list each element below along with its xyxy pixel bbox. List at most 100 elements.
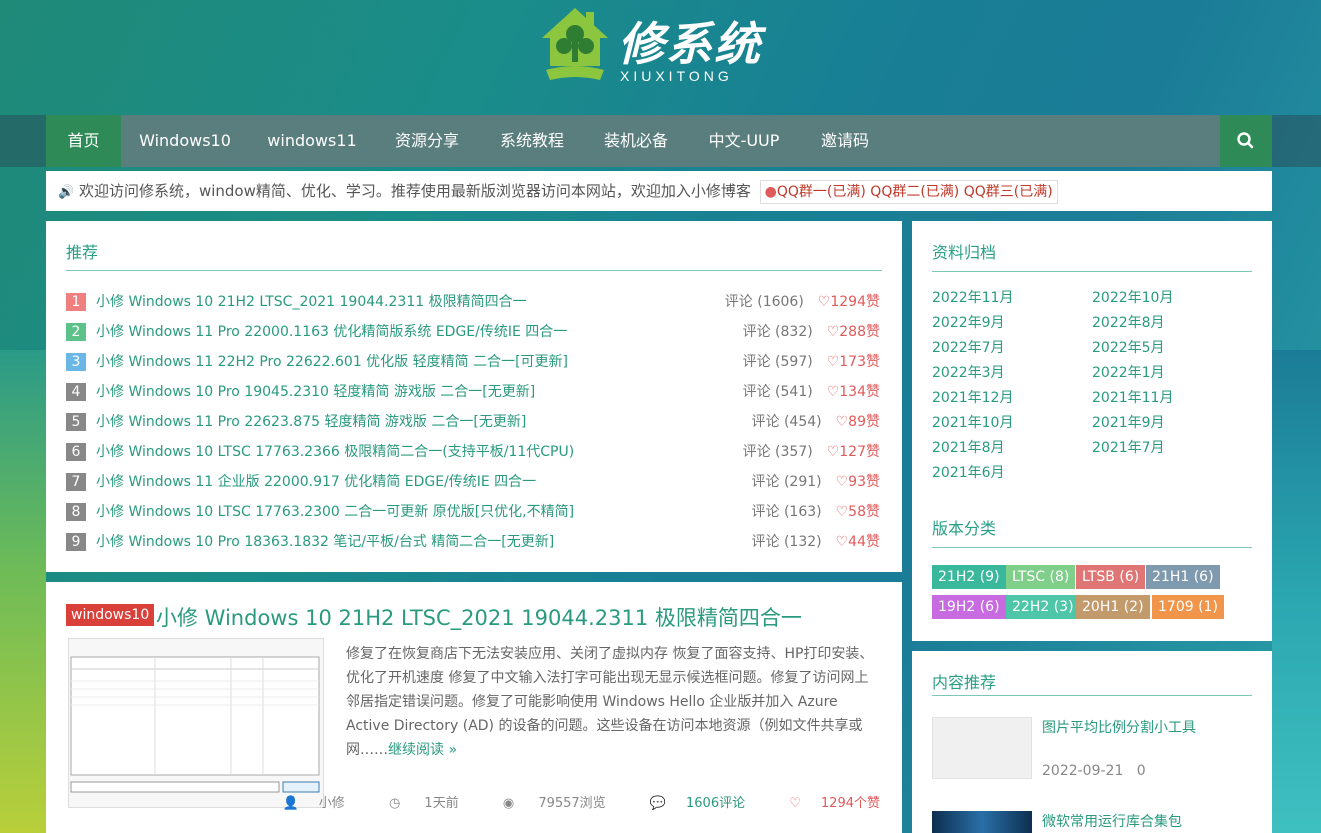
content-rec-title[interactable]: 微软常用运行库合集包 (1042, 811, 1182, 831)
rank-badge: 7 (66, 473, 86, 491)
archive-month-link[interactable]: 2021年9月 (1092, 412, 1165, 432)
post-thumbnail[interactable] (68, 638, 324, 808)
nav-windows10[interactable]: Windows10 (126, 115, 244, 167)
recommend-item-title[interactable]: 小修 Windows 10 Pro 19045.2310 轻度精简 游戏版 二合… (96, 384, 535, 400)
post-category-badge[interactable]: windows10 (66, 604, 155, 626)
site-title: 修系统 (618, 17, 762, 71)
archive-month-link[interactable]: 2021年8月 (932, 437, 1005, 457)
post-views: ◉ 79557浏览 (502, 796, 606, 811)
user-icon: 👤 (282, 796, 299, 811)
recommend-item-title[interactable]: 小修 Windows 11 Pro 22623.875 轻度精简 游戏版 二合一… (96, 414, 526, 430)
recommend-item-likes[interactable]: ♡173赞 (827, 354, 880, 370)
rank-badge: 3 (66, 353, 86, 371)
recommend-item-comments: 评论 (454) (751, 414, 822, 430)
rank-badge: 9 (66, 533, 86, 551)
recommend-item[interactable]: 6 小修 Windows 10 LTSC 17763.2366 极限精简二合一(支… (66, 437, 880, 467)
archive-month-link[interactable]: 2022年1月 (1092, 362, 1165, 382)
archive-month-link[interactable]: 2022年9月 (932, 312, 1005, 332)
recommend-item-comments: 评论 (163) (751, 504, 822, 520)
heart-icon: ♡ (835, 474, 849, 490)
versions-panel: 版本分类 21H2 (9) LTSC (8) LTSB (6) 21H1 (6) 19H… (912, 497, 1272, 641)
eye-icon: ◉ (502, 796, 515, 811)
recommend-item-likes[interactable]: ♡127赞 (827, 444, 880, 460)
version-tag[interactable]: 21H1 (6) (1146, 565, 1220, 589)
recommend-item[interactable]: 3 小修 Windows 11 22H2 Pro 22622.601 优化版 轻度… (66, 347, 880, 377)
recommend-item-likes[interactable]: ♡44赞 (836, 534, 880, 550)
version-tag[interactable]: LTSC (8) (1006, 565, 1076, 589)
recommend-item-title[interactable]: 小修 Windows 11 企业版 22000.917 优化精简 EDGE/传统… (96, 474, 536, 490)
archive-month-link[interactable]: 2022年5月 (1092, 337, 1165, 357)
archive-month-link[interactable]: 2021年7月 (1092, 437, 1165, 457)
recommend-item[interactable]: 1 小修 Windows 10 21H2 LTSC_2021 19044.2311… (66, 287, 880, 317)
rank-badge: 8 (66, 503, 86, 521)
recommend-item[interactable]: 8 小修 Windows 10 LTSC 17763.2300 二合一可更新 原优… (66, 497, 880, 527)
archive-month-link[interactable]: 2022年3月 (932, 362, 1005, 382)
background-right (1272, 350, 1321, 833)
recommend-item-title[interactable]: 小修 Windows 10 LTSC 17763.2300 二合一可更新 原优版… (96, 504, 574, 520)
search-button[interactable] (1220, 115, 1272, 167)
version-tag[interactable]: 21H2 (9) (932, 565, 1006, 589)
recommend-item-title[interactable]: 小修 Windows 10 21H2 LTSC_2021 19044.2311 … (96, 294, 527, 310)
nav-invite[interactable]: 邀请码 (806, 115, 884, 167)
content-rec-thumbnail (932, 811, 1032, 833)
archive-month-link[interactable]: 2021年10月 (932, 412, 1013, 432)
recommend-item-title[interactable]: 小修 Windows 11 Pro 22000.1163 优化精简版系统 EDG… (96, 324, 567, 340)
version-tag[interactable]: 19H2 (6) (932, 595, 1006, 619)
recommend-item-title[interactable]: 小修 Windows 10 Pro 18363.1832 笔记/平板/台式 精简… (96, 534, 554, 550)
content-rec-thumbnail (932, 717, 1032, 779)
heart-icon: ♡ (826, 354, 840, 370)
version-tag[interactable]: LTSB (6) (1076, 565, 1146, 589)
nav-home[interactable]: 首页 (46, 115, 121, 167)
archive-month-link[interactable]: 2022年7月 (932, 337, 1005, 357)
archive-month-link[interactable]: 2021年6月 (932, 462, 1005, 482)
recommend-item-likes[interactable]: ♡58赞 (836, 504, 880, 520)
recommend-item[interactable]: 9 小修 Windows 10 Pro 18363.1832 笔记/平板/台式 精… (66, 527, 880, 557)
archive-month-link[interactable]: 2022年11月 (932, 287, 1013, 307)
author[interactable]: 👤 小修 (263, 796, 345, 811)
recommend-item-likes[interactable]: ♡1294赞 (818, 294, 880, 310)
archive-month-link[interactable]: 2021年11月 (1092, 387, 1173, 407)
content-rec-title[interactable]: 图片平均比例分割小工具 (1042, 717, 1196, 737)
recommend-item-comments: 评论 (541) (742, 384, 813, 400)
heart-icon: ♡ (826, 384, 840, 400)
post-title[interactable]: 小修 Windows 10 21H2 LTSC_2021 19044.2311 … (156, 602, 802, 632)
read-more-link[interactable]: 继续阅读 » (388, 742, 457, 758)
content-recommend-panel: 内容推荐 图片平均比例分割小工具 2022-09-21 0 微软常用运行库合集包 (912, 651, 1272, 833)
recommend-item-likes[interactable]: ♡134赞 (827, 384, 880, 400)
version-tag[interactable]: 22H2 (3) (1006, 595, 1080, 619)
recommend-item-likes[interactable]: ♡89赞 (836, 414, 880, 430)
versions-title: 版本分类 (932, 519, 997, 538)
search-icon (1237, 132, 1254, 149)
rank-badge: 6 (66, 443, 86, 461)
nav-uup[interactable]: 中文-UUP (696, 115, 792, 167)
notice-bar: 🔊 欢迎访问修系统，window精简、优化、学习。推荐使用最新版浏览器访问本网站… (46, 171, 1272, 211)
post-likes[interactable]: ♡ 1294个赞 (769, 796, 880, 811)
recommend-item-likes[interactable]: ♡93赞 (836, 474, 880, 490)
archive-panel: 资料归档 2022年11月 2022年10月 2022年9月 2022年8月 2022年… (912, 221, 1272, 497)
version-tag[interactable]: 1709 (1) (1152, 595, 1224, 619)
recommend-item-likes[interactable]: ♡288赞 (827, 324, 880, 340)
qq-groups-link[interactable]: ●QQ群一(已满) QQ群二(已满) QQ群三(已满) (759, 179, 1058, 204)
heart-icon: ♡ (835, 534, 849, 550)
site-logo[interactable]: 修系统 XIUXITONG (540, 4, 780, 94)
nav-windows11[interactable]: windows11 (256, 115, 368, 167)
rank-badge: 2 (66, 323, 86, 341)
nav-resources[interactable]: 资源分享 (381, 115, 473, 167)
post-time: ◷ 1天前 (388, 796, 459, 811)
post-comments[interactable]: 💬 1606评论 (630, 796, 745, 811)
recommend-item-title[interactable]: 小修 Windows 10 LTSC 17763.2366 极限精简二合一(支持… (96, 444, 574, 460)
content-rec-item[interactable]: 图片平均比例分割小工具 2022-09-21 0 (932, 717, 1252, 779)
nav-tutorials[interactable]: 系统教程 (486, 115, 578, 167)
nav-essentials[interactable]: 装机必备 (591, 115, 681, 167)
recommend-item-title[interactable]: 小修 Windows 11 22H2 Pro 22622.601 优化版 轻度精… (96, 354, 568, 370)
content-recommend-title: 内容推荐 (932, 673, 997, 692)
archive-month-link[interactable]: 2021年12月 (932, 387, 1013, 407)
version-tag[interactable]: 20H1 (2) (1076, 595, 1150, 619)
recommend-item[interactable]: 7 小修 Windows 11 企业版 22000.917 优化精简 EDGE/传… (66, 467, 880, 497)
recommend-item[interactable]: 2 小修 Windows 11 Pro 22000.1163 优化精简版系统 ED… (66, 317, 880, 347)
archive-month-link[interactable]: 2022年8月 (1092, 312, 1165, 332)
archive-month-link[interactable]: 2022年10月 (1092, 287, 1173, 307)
recommend-item[interactable]: 5 小修 Windows 11 Pro 22623.875 轻度精简 游戏版 二合… (66, 407, 880, 437)
content-rec-item[interactable]: 微软常用运行库合集包 (932, 811, 1252, 833)
recommend-item[interactable]: 4 小修 Windows 10 Pro 19045.2310 轻度精简 游戏版 二… (66, 377, 880, 407)
